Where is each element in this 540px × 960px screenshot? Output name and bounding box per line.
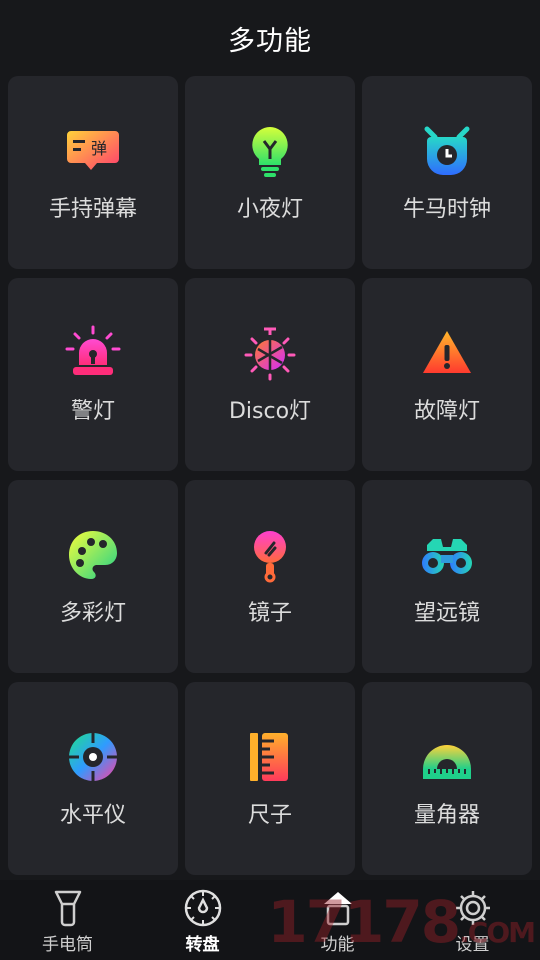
tile-label: 水平仪 [59,802,126,828]
danmaku-icon: 弹 [65,123,121,179]
warning-icon [419,325,475,381]
tab-function[interactable]: 功能 [270,880,405,960]
tile-ruler[interactable]: 尺子 [185,682,355,875]
tile-warning-light[interactable]: 故障灯 [362,278,532,471]
bottom-tab-bar: 手电筒 转盘 功能 设置 [0,880,540,960]
page-title: 多功能 [228,25,312,57]
tile-label: 手持弹幕 [48,196,137,222]
binoculars-icon [419,527,475,583]
feature-grid: 弹 手持弹幕 小夜灯 牛马时钟 警灯 Disco灯 故障灯 多彩灯 镜子 望远镜… [8,76,532,875]
tile-label: 警灯 [70,398,115,424]
tile-label: 镜子 [247,600,292,626]
clock-icon [419,123,475,179]
tile-label: 小夜灯 [236,196,303,222]
tile-label: 多彩灯 [59,600,126,626]
protractor-icon [419,729,475,785]
mirror-icon [242,527,298,583]
tile-label: 望远镜 [413,600,480,626]
gear-icon [455,891,490,925]
flashlight-icon [54,890,81,927]
tab-label: 手电筒 [42,935,93,955]
tile-clock[interactable]: 牛马时钟 [362,76,532,269]
ruler-icon [242,729,298,785]
tile-disco[interactable]: Disco灯 [185,278,355,471]
tile-label: 尺子 [247,802,292,828]
tile-label: Disco灯 [228,398,312,424]
tile-label: 量角器 [413,802,480,828]
tab-label: 设置 [455,935,490,955]
tile-protractor[interactable]: 量角器 [362,682,532,875]
tab-label: 功能 [320,935,355,955]
top-bar: 多功能 [0,0,540,76]
tile-telescope[interactable]: 望远镜 [362,480,532,673]
tile-siren[interactable]: 警灯 [8,278,178,471]
tile-danmaku[interactable]: 弹 手持弹幕 [8,76,178,269]
tile-label: 故障灯 [413,398,480,424]
siren-icon [65,325,121,381]
level-icon [65,729,121,785]
tile-color-light[interactable]: 多彩灯 [8,480,178,673]
tile-night-light[interactable]: 小夜灯 [185,76,355,269]
tab-settings[interactable]: 设置 [405,880,540,960]
disco-ball-icon [242,325,298,381]
tile-label: 牛马时钟 [402,196,491,222]
function-icon [323,892,352,926]
tab-flashlight[interactable]: 手电筒 [0,880,135,960]
tab-label: 转盘 [185,935,220,955]
wheel-icon [184,889,221,927]
tile-level[interactable]: 水平仪 [8,682,178,875]
tab-wheel[interactable]: 转盘 [135,880,270,960]
palette-icon [65,527,121,583]
svg-text:弹: 弹 [91,139,107,158]
tile-mirror[interactable]: 镜子 [185,480,355,673]
bulb-icon [242,123,298,179]
